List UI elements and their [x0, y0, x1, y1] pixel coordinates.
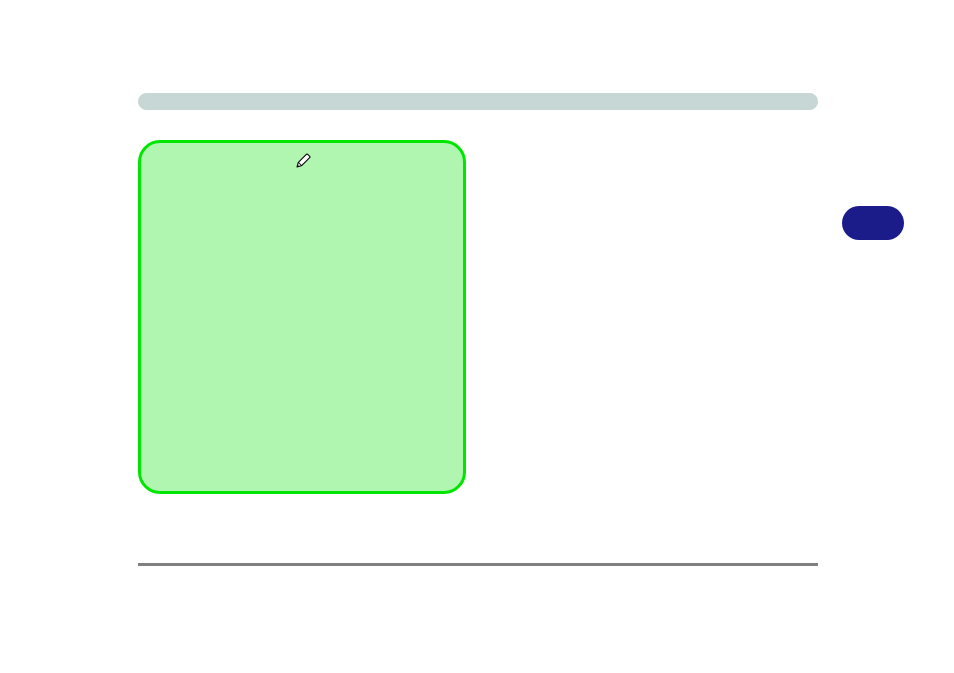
pen-icon [295, 153, 311, 169]
green-panel [138, 140, 466, 494]
top-bar [138, 93, 818, 110]
divider-line [138, 563, 818, 566]
blue-pill-button[interactable] [842, 206, 904, 240]
